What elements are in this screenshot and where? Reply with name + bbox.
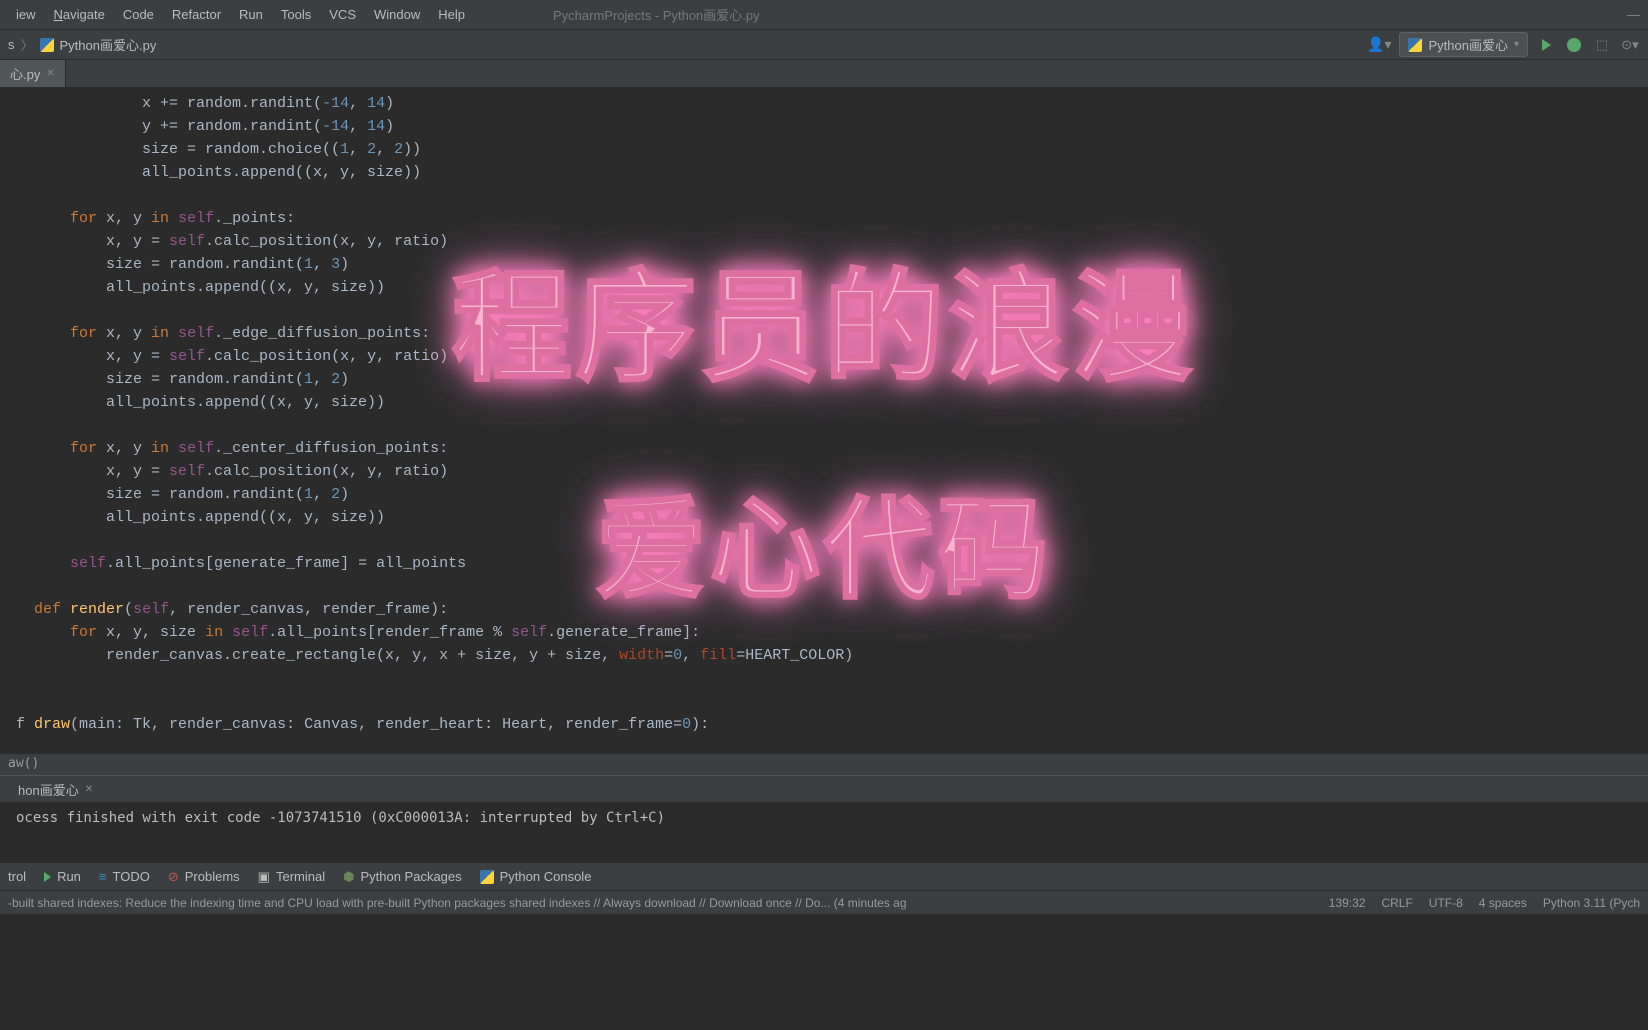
bottom-run[interactable]: Run [44, 869, 81, 884]
coverage-button[interactable]: ⬚ [1592, 35, 1612, 55]
menu-window[interactable]: Window [366, 4, 428, 25]
bottom-console[interactable]: Python Console [480, 869, 592, 884]
editor-tabs: 心.py ✕ [0, 60, 1648, 88]
tab-label: 心.py [10, 64, 40, 83]
breadcrumb-sep: 〉 [21, 35, 34, 54]
bottom-control[interactable]: trol [8, 869, 26, 884]
status-eol[interactable]: CRLF [1381, 896, 1412, 910]
editor-tab[interactable]: 心.py ✕ [0, 60, 66, 87]
close-icon[interactable]: ✕ [46, 68, 54, 79]
run-output[interactable]: ocess finished with exit code -107374151… [0, 802, 1648, 862]
titlebar: iew Navigate Code Refactor Run Tools VCS… [0, 0, 1648, 30]
navigation-toolbar: s 〉 Python画爱心.py 👤▾ Python画爱心 ▾ ⬚ ⊙▾ [0, 30, 1648, 60]
chevron-down-icon: ▾ [1514, 39, 1519, 50]
play-icon [1542, 39, 1551, 51]
menu-code[interactable]: Code [115, 4, 162, 25]
menu-navigate[interactable]: Navigate [46, 4, 113, 25]
bottom-problems[interactable]: ⊘Problems [168, 869, 240, 885]
status-message[interactable]: -built shared indexes: Reduce the indexi… [8, 896, 907, 910]
run-button[interactable] [1536, 35, 1556, 55]
status-encoding[interactable]: UTF-8 [1429, 896, 1463, 910]
minimize-icon[interactable]: — [1627, 7, 1640, 22]
menu-run[interactable]: Run [231, 4, 271, 25]
bug-icon [1567, 38, 1581, 52]
window-controls: — [1627, 7, 1640, 22]
breadcrumb-root[interactable]: s [8, 37, 15, 52]
menu-refactor[interactable]: Refactor [164, 4, 229, 25]
bottom-terminal[interactable]: ▣Terminal [258, 869, 325, 885]
bottom-tool-bar: trol Run ≡TODO ⊘Problems ▣Terminal ⬢Pyth… [0, 862, 1648, 890]
status-interpreter[interactable]: Python 3.11 (Pych [1543, 896, 1640, 910]
status-indent[interactable]: 4 spaces [1479, 896, 1527, 910]
run-tab[interactable]: hon画爱心 ✕ [8, 777, 103, 802]
status-bar: -built shared indexes: Reduce the indexi… [0, 890, 1648, 914]
bottom-todo[interactable]: ≡TODO [99, 869, 150, 884]
run-tool-window: hon画爱心 ✕ ocess finished with exit code -… [0, 775, 1648, 862]
close-icon[interactable]: ✕ [85, 784, 93, 795]
run-tabs: hon画爱心 ✕ [0, 776, 1648, 802]
python-icon [40, 38, 54, 52]
code-editor[interactable]: x += random.randint(-14, 14) y += random… [0, 88, 1648, 753]
menu-tools[interactable]: Tools [273, 4, 319, 25]
profile-button[interactable]: ⊙▾ [1620, 35, 1640, 55]
play-icon [44, 872, 51, 882]
breadcrumb: s 〉 Python画爱心.py [8, 35, 156, 54]
menu-vcs[interactable]: VCS [321, 4, 364, 25]
status-caret-pos[interactable]: 139:32 [1329, 896, 1366, 910]
debug-button[interactable] [1564, 35, 1584, 55]
user-icon[interactable]: 👤▾ [1367, 36, 1391, 53]
run-config-label: Python画爱心 [1428, 35, 1507, 54]
window-title: PycharmProjects - Python画爱心.py [553, 5, 760, 24]
python-icon [1408, 38, 1422, 52]
menu-help[interactable]: Help [430, 4, 473, 25]
run-config-selector[interactable]: Python画爱心 ▾ [1399, 32, 1528, 57]
menu-view[interactable]: iew [8, 4, 44, 25]
structure-breadcrumb[interactable]: aw() [0, 753, 1648, 775]
bottom-packages[interactable]: ⬢Python Packages [343, 869, 462, 885]
breadcrumb-file[interactable]: Python画爱心.py [60, 35, 157, 54]
python-icon [480, 870, 494, 884]
main-menu: iew Navigate Code Refactor Run Tools VCS… [8, 4, 473, 25]
